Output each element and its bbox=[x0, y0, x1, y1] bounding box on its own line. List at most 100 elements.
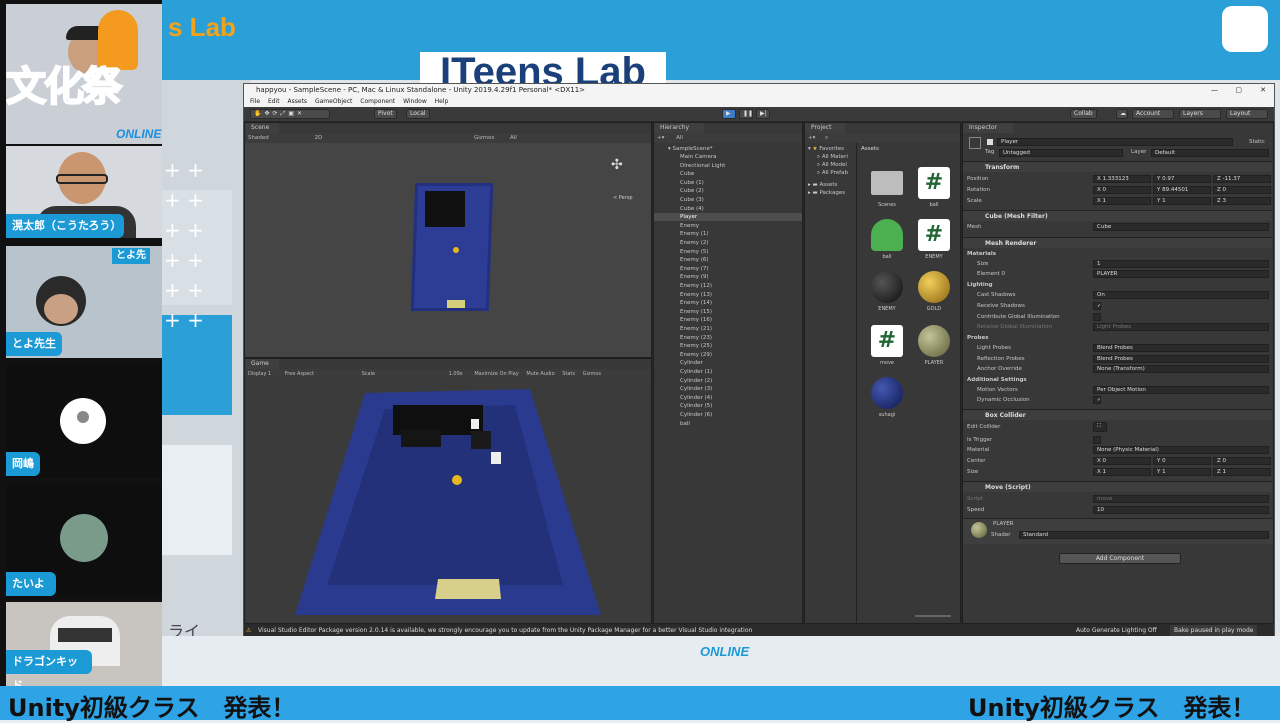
hierarchy-item[interactable]: Enemy (2) bbox=[654, 239, 802, 247]
center-x[interactable]: X 0 bbox=[1093, 457, 1151, 465]
contribute-gi-checkbox[interactable] bbox=[1093, 313, 1101, 321]
maximize-icon[interactable]: ▢ bbox=[1235, 84, 1242, 97]
favorites-item-models[interactable]: ⌕ All Model bbox=[817, 161, 847, 169]
lighting-foldout[interactable]: Lighting bbox=[967, 280, 993, 290]
menu-file[interactable]: File bbox=[250, 98, 260, 105]
asset-player-material[interactable]: PLAYER bbox=[914, 325, 954, 366]
hierarchy-item[interactable]: Enemy (9) bbox=[654, 273, 802, 281]
folder-assets[interactable]: ▸ ▬ Assets bbox=[808, 181, 837, 189]
menu-gameobject[interactable]: GameObject bbox=[315, 98, 352, 105]
hierarchy-item[interactable]: Enemy (7) bbox=[654, 265, 802, 273]
minimize-icon[interactable]: — bbox=[1211, 84, 1218, 97]
tag-dropdown[interactable]: Untagged bbox=[999, 149, 1123, 157]
center-z[interactable]: Z 0 bbox=[1213, 457, 1271, 465]
rotation-y[interactable]: Y 89.44501 bbox=[1153, 186, 1211, 194]
layer-dropdown[interactable]: Default bbox=[1151, 149, 1269, 157]
scene-search[interactable]: All bbox=[510, 135, 517, 141]
hierarchy-item[interactable]: Directional Light bbox=[654, 162, 802, 170]
scene-viewport[interactable]: ✣ < Persp bbox=[245, 143, 651, 357]
hierarchy-item[interactable]: Cylinder (5) bbox=[654, 402, 802, 410]
hierarchy-item[interactable]: Cylinder (2) bbox=[654, 377, 802, 385]
asset-enemy-script[interactable]: # ENEMY bbox=[914, 219, 954, 260]
menu-window[interactable]: Window bbox=[403, 98, 427, 105]
hierarchy-scene-root[interactable]: ▾ SampleScene* bbox=[668, 145, 713, 153]
tab-hierarchy[interactable]: Hierarchy bbox=[654, 123, 704, 133]
tab-game[interactable]: Game bbox=[245, 359, 279, 369]
additional-settings-foldout[interactable]: Additional Settings bbox=[967, 375, 1027, 385]
hierarchy-item[interactable]: Enemy (16) bbox=[654, 316, 802, 324]
size-z[interactable]: Z 1 bbox=[1213, 468, 1271, 476]
favorites-item-prefabs[interactable]: ⌕ All Prefab bbox=[817, 169, 848, 177]
motion-vectors-dropdown[interactable]: Per Object Motion bbox=[1093, 386, 1269, 394]
materials-size-field[interactable]: 1 bbox=[1093, 260, 1269, 268]
position-y[interactable]: Y 0.97 bbox=[1153, 175, 1211, 183]
receive-shadows-checkbox[interactable]: ✓ bbox=[1093, 302, 1101, 310]
add-component-button[interactable]: Add Component bbox=[1059, 553, 1181, 564]
project-breadcrumb[interactable]: Assets bbox=[861, 145, 879, 153]
status-bake[interactable]: Bake paused in play mode bbox=[1170, 625, 1258, 636]
hierarchy-item[interactable]: Cylinder (3) bbox=[654, 385, 802, 393]
tab-project[interactable]: Project bbox=[805, 123, 845, 133]
status-lighting[interactable]: Auto Generate Lighting Off bbox=[1076, 625, 1157, 636]
position-z[interactable]: Z -11.37 bbox=[1213, 175, 1271, 183]
edit-collider-button[interactable]: ⛶ bbox=[1093, 422, 1107, 432]
mesh-renderer-header[interactable]: Mesh Renderer bbox=[963, 237, 1272, 248]
hierarchy-item[interactable]: ball bbox=[654, 420, 802, 428]
layout-dropdown[interactable]: Layout bbox=[1226, 109, 1268, 119]
asset-ball-prefab[interactable]: ball bbox=[867, 219, 907, 260]
search-icon[interactable]: ⌕ bbox=[825, 135, 828, 141]
rotation-z[interactable]: Z 0 bbox=[1213, 186, 1271, 194]
hierarchy-item[interactable]: Enemy (6) bbox=[654, 256, 802, 264]
hierarchy-item[interactable]: Enemy (12) bbox=[654, 282, 802, 290]
persp-label[interactable]: < Persp bbox=[613, 195, 633, 201]
hierarchy-item[interactable]: Cube (2) bbox=[654, 187, 802, 195]
box-collider-header[interactable]: Box Collider bbox=[963, 409, 1272, 420]
display-dropdown[interactable]: Display 1 bbox=[248, 371, 271, 377]
game-gizmos-dropdown[interactable]: Gizmos bbox=[583, 371, 601, 377]
status-warning[interactable]: Visual Studio Editor Package version 2.0… bbox=[258, 625, 752, 636]
icon-size-slider[interactable] bbox=[915, 615, 951, 617]
play-button[interactable]: ▶ bbox=[722, 109, 736, 119]
orientation-gizmo-icon[interactable]: ✣ bbox=[611, 157, 633, 179]
collab-dropdown[interactable]: Collab bbox=[1070, 109, 1097, 119]
size-x[interactable]: X 1 bbox=[1093, 468, 1151, 476]
asset-scenes-folder[interactable]: Scenes bbox=[867, 167, 907, 208]
scale-x[interactable]: X 1 bbox=[1093, 197, 1151, 205]
hierarchy-item[interactable]: Enemy (5) bbox=[654, 248, 802, 256]
hierarchy-item[interactable]: Enemy (25) bbox=[654, 342, 802, 350]
hierarchy-item[interactable]: Cylinder (4) bbox=[654, 394, 802, 402]
hierarchy-item[interactable]: Enemy (15) bbox=[654, 308, 802, 316]
hierarchy-item[interactable]: Cylinder (6) bbox=[654, 411, 802, 419]
hierarchy-item[interactable]: Cube bbox=[654, 170, 802, 178]
dynamic-occlusion-checkbox[interactable]: ✓ bbox=[1093, 396, 1101, 404]
probes-foldout[interactable]: Probes bbox=[967, 333, 988, 343]
object-name-field[interactable]: Player bbox=[997, 138, 1233, 146]
step-button[interactable]: ▶| bbox=[756, 109, 770, 119]
asset-ball-script[interactable]: # ball bbox=[914, 167, 954, 208]
menu-edit[interactable]: Edit bbox=[268, 98, 280, 105]
anchor-override-field[interactable]: None (Transform) bbox=[1093, 365, 1269, 373]
cast-shadows-dropdown[interactable]: On bbox=[1093, 291, 1269, 299]
mute-toggle[interactable]: Mute Audio bbox=[526, 371, 554, 377]
layers-dropdown[interactable]: Layers bbox=[1179, 109, 1221, 119]
hierarchy-item[interactable]: Cube (4) bbox=[654, 205, 802, 213]
collider-material-field[interactable]: None (Physic Material) bbox=[1093, 446, 1269, 454]
hierarchy-item[interactable]: Cube (3) bbox=[654, 196, 802, 204]
hierarchy-search[interactable]: All bbox=[676, 135, 683, 141]
light-probes-dropdown[interactable]: Blend Probes bbox=[1093, 344, 1269, 352]
transform-header[interactable]: Transform bbox=[963, 161, 1272, 172]
shading-dropdown[interactable]: Shaded bbox=[248, 135, 269, 141]
asset-gold-material[interactable]: GOLD bbox=[914, 271, 954, 312]
hierarchy-item[interactable]: Enemy (1) bbox=[654, 230, 802, 238]
is-trigger-checkbox[interactable] bbox=[1093, 436, 1101, 444]
center-y[interactable]: Y 0 bbox=[1153, 457, 1211, 465]
account-dropdown[interactable]: Account bbox=[1132, 109, 1174, 119]
hierarchy-item[interactable]: Enemy bbox=[654, 222, 802, 230]
pivot-toggle[interactable]: Pivot bbox=[374, 109, 397, 119]
gizmos-dropdown[interactable]: Gizmos bbox=[474, 135, 494, 141]
move-script-header[interactable]: Move (Script) bbox=[963, 481, 1272, 492]
menu-assets[interactable]: Assets bbox=[288, 98, 308, 105]
hierarchy-item[interactable]: Cylinder bbox=[654, 359, 802, 367]
close-icon[interactable]: ✕ bbox=[1260, 84, 1266, 97]
aspect-dropdown[interactable]: Free Aspect bbox=[285, 371, 314, 377]
